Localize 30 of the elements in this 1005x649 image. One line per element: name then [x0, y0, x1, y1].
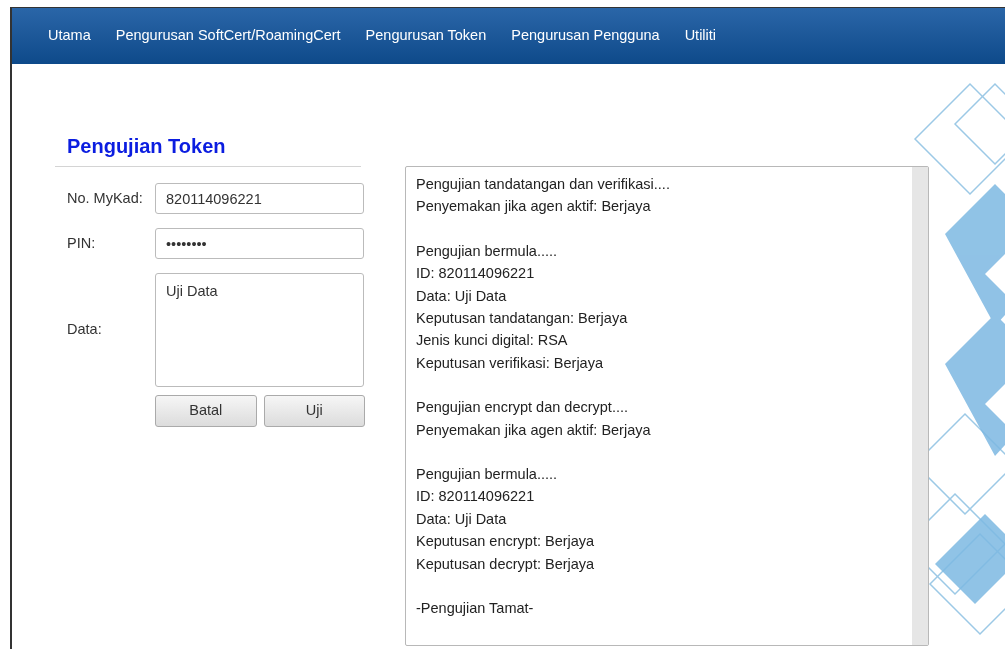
log-line: Pengujian bermula..... [416, 465, 559, 485]
log-line: Pengujian encrypt dan decrypt.... [416, 398, 629, 418]
field-label: PIN: [67, 233, 97, 253]
nav-link[interactable]: Pengurusan Pengguna [511, 25, 660, 47]
log-line: ID: 820114096221 [416, 487, 536, 507]
field-label: No. MyKad: [67, 188, 144, 208]
page-title: Pengujian Token [66, 134, 226, 158]
action-button[interactable]: Batal [155, 395, 257, 427]
log-line: Pengujian bermula..... [416, 241, 559, 261]
log-line: ID: 820114096221 [416, 264, 536, 284]
log-line: Keputusan encrypt: Berjaya [416, 532, 596, 552]
input-field[interactable]: 820114096221 [155, 183, 364, 214]
log-line: Jenis kunci digital: RSA [416, 331, 569, 351]
input-field[interactable]: •••••••• [155, 228, 364, 259]
field-label: Data: [67, 320, 103, 340]
log-line: Data: Uji Data [416, 509, 508, 529]
log-line: Keputusan verifikasi: Berjaya [416, 353, 604, 373]
nav-link[interactable]: Utiliti [684, 25, 717, 47]
nav-link[interactable]: Utama [48, 25, 91, 47]
log-line: Data: Uji Data [416, 286, 508, 306]
log-line: Penyemakan jika agen aktif: Berjaya [416, 197, 652, 217]
log-line: -Pengujian Tamat- [416, 599, 535, 619]
log-line: Keputusan decrypt: Berjaya [416, 554, 596, 574]
log-line: Keputusan tandatangan: Berjaya [416, 309, 629, 329]
action-button[interactable]: Uji [263, 395, 365, 427]
log-line: Pengujian tandatangan dan verifikasi.... [416, 175, 671, 194]
data-textarea[interactable]: Uji Data [155, 273, 364, 387]
nav-link[interactable]: Pengurusan Token [365, 25, 487, 47]
nav-link[interactable]: Pengurusan SoftCert/RoamingCert [115, 25, 341, 47]
log-line: Penyemakan jika agen aktif: Berjaya [416, 420, 652, 440]
